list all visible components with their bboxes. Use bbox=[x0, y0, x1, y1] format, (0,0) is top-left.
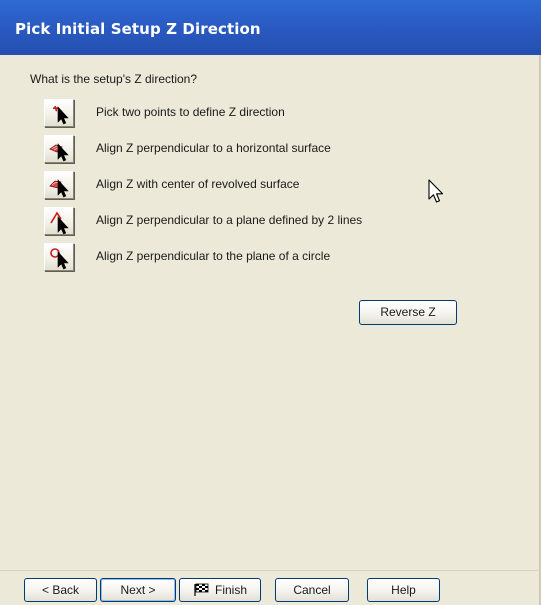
reverse-z-button[interactable]: Reverse Z bbox=[359, 300, 457, 325]
back-button[interactable]: < Back bbox=[24, 578, 97, 602]
two-points-cursor-icon bbox=[53, 105, 69, 125]
help-button[interactable]: Help bbox=[367, 578, 440, 602]
finish-label: Finish bbox=[214, 583, 247, 597]
option-row-two-lines: Align Z perpendicular to a plane defined… bbox=[44, 207, 484, 237]
wizard-button-bar: < Back Next > Finish Cancel Help bbox=[0, 570, 541, 605]
pick-two-points-button[interactable] bbox=[44, 99, 74, 127]
wizard-content: What is the setup's Z direction? Pick tw… bbox=[0, 55, 541, 570]
next-button[interactable]: Next > bbox=[100, 578, 176, 602]
option-row-pick-two-points: Pick two points to define Z direction bbox=[44, 99, 484, 129]
option-row-horizontal-surface: Align Z perpendicular to a horizontal su… bbox=[44, 135, 484, 165]
checkered-flag-icon bbox=[194, 583, 209, 596]
option-label-horizontal-surface: Align Z perpendicular to a horizontal su… bbox=[96, 141, 331, 155]
title-bar: Pick Initial Setup Z Direction bbox=[0, 0, 541, 55]
question-label: What is the setup's Z direction? bbox=[30, 72, 198, 86]
cancel-button[interactable]: Cancel bbox=[275, 578, 349, 602]
option-row-circle: Align Z perpendicular to the plane of a … bbox=[44, 243, 484, 273]
finish-button[interactable]: Finish bbox=[179, 578, 261, 602]
align-two-lines-button[interactable] bbox=[44, 207, 74, 235]
option-label-revolved-surface: Align Z with center of revolved surface bbox=[96, 177, 300, 191]
align-circle-plane-button[interactable] bbox=[44, 243, 74, 271]
two-lines-cursor-icon bbox=[50, 211, 69, 235]
window-title: Pick Initial Setup Z Direction bbox=[15, 20, 261, 38]
option-label-pick-two-points: Pick two points to define Z direction bbox=[96, 105, 285, 119]
option-row-revolved-surface: Align Z with center of revolved surface bbox=[44, 171, 484, 201]
option-label-circle: Align Z perpendicular to the plane of a … bbox=[96, 249, 331, 263]
wizard-dialog: Pick Initial Setup Z Direction What is t… bbox=[0, 0, 541, 605]
circle-cursor-icon bbox=[50, 248, 69, 270]
align-revolved-surface-button[interactable] bbox=[44, 171, 74, 199]
revolved-surface-cursor-icon bbox=[49, 179, 69, 198]
button-bar-separator bbox=[0, 570, 541, 571]
option-label-two-lines: Align Z perpendicular to a plane defined… bbox=[96, 213, 363, 227]
align-horizontal-surface-button[interactable] bbox=[44, 135, 74, 163]
surface-cursor-icon bbox=[49, 143, 69, 162]
mouse-pointer-icon bbox=[428, 179, 444, 203]
